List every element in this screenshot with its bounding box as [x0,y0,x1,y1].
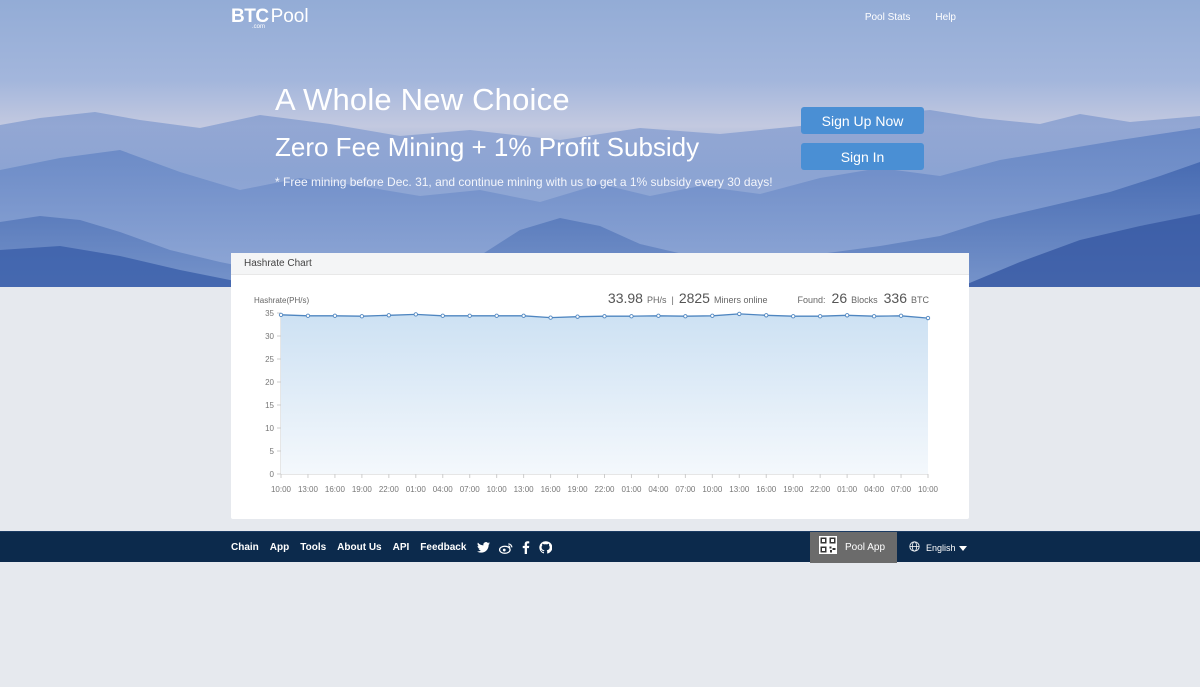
data-point [359,314,365,319]
x-tick-label: 22:00 [379,485,400,494]
data-point [818,314,823,319]
data-point [925,315,931,321]
nav-links: Pool Stats Help [865,12,956,23]
data-point [305,313,311,318]
x-tick-label: 04:00 [433,485,454,494]
pool-app-label: Pool App [845,542,886,553]
nav-pool-stats[interactable]: Pool Stats [865,12,911,23]
y-tick-label: 35 [265,309,274,318]
x-tick-label: 19:00 [352,485,373,494]
sign-in-button[interactable]: Sign In [801,143,924,170]
y-tick-label: 10 [265,424,274,433]
x-tick-label: 10:00 [918,485,939,494]
x-tick-label: 07:00 [460,485,481,494]
footer-link-about-us[interactable]: About Us [337,542,381,553]
data-point [656,313,661,318]
data-point [332,313,338,318]
data-point [494,313,499,318]
qr-code-icon [819,536,837,559]
x-tick-label: 07:00 [891,485,912,494]
data-point [683,314,688,319]
x-tick-label: 04:00 [864,485,885,494]
footer-link-chain[interactable]: Chain [231,542,259,553]
y-tick-label: 25 [265,355,274,364]
data-point [710,313,715,318]
data-point [413,312,418,317]
nav-help[interactable]: Help [935,12,956,23]
hero-title: A Whole New Choice [275,82,570,117]
x-tick-label: 22:00 [594,485,615,494]
data-point [791,314,796,319]
data-point [386,313,391,318]
data-point [548,315,553,320]
chart-card-title: Hashrate Chart [231,253,969,275]
x-tick-label: 04:00 [648,485,669,494]
x-tick-label: 07:00 [675,485,696,494]
y-tick-label: 5 [270,447,275,456]
x-tick-label: 19:00 [783,485,804,494]
top-navigation: BTC .com Pool Pool Stats Help [0,0,1200,36]
data-point [521,313,526,318]
language-label: English [926,542,956,553]
x-tick-label: 13:00 [514,485,535,494]
pool-app-button[interactable]: Pool App [810,532,897,563]
x-tick-label: 16:00 [541,485,562,494]
x-tick-label: 16:00 [756,485,777,494]
footer-links: Chain App Tools About Us API Feedback [231,532,561,563]
y-tick-label: 30 [265,332,274,341]
x-tick-label: 13:00 [298,485,319,494]
x-tick-label: 01:00 [837,485,858,494]
data-point [844,313,850,318]
globe-icon [909,541,920,554]
data-point [440,313,445,318]
data-point [278,312,284,317]
hashrate-chart-card: Hashrate Chart 33.98 PH/s | 2825 Miners … [231,253,969,519]
hashrate-area [281,313,928,474]
hero-banner: BTC .com Pool Pool Stats Help A Whole Ne… [0,0,1200,287]
footer-link-tools[interactable]: Tools [300,542,326,553]
x-tick-label: 10:00 [702,485,723,494]
data-point [629,314,634,319]
footer-link-app[interactable]: App [270,542,289,553]
x-tick-label: 13:00 [729,485,750,494]
logo-pool-text: Pool [270,6,309,27]
data-point [737,311,742,317]
footer-bar: Chain App Tools About Us API Feedback Po… [0,531,1200,563]
hero-subtitle: Zero Fee Mining + 1% Profit Subsidy [275,132,700,162]
x-tick-label: 10:00 [271,485,292,494]
btc-pool-logo[interactable]: BTC .com Pool [231,6,309,30]
data-point [764,313,769,318]
data-point [467,313,472,318]
hero-notice: * Free mining before Dec. 31, and contin… [275,175,773,189]
data-point [898,313,904,318]
data-point [871,314,877,319]
sign-up-button[interactable]: Sign Up Now [801,107,924,134]
x-tick-label: 01:00 [406,485,427,494]
hashrate-chart: Hashrate(PH/s) 0 5 10 15 20 25 30 35 10:00 13:00… [254,296,939,494]
y-tick-label: 15 [265,401,274,410]
github-icon[interactable] [539,541,553,554]
logo-com-text: .com [252,24,266,30]
y-axis-label: Hashrate(PH/s) [254,296,309,305]
data-point [575,314,580,319]
data-point [602,314,607,319]
y-tick-label: 20 [265,378,274,387]
x-tick-label: 16:00 [325,485,346,494]
x-tick-label: 22:00 [810,485,831,494]
x-tick-label: 10:00 [487,485,508,494]
x-tick-label: 19:00 [568,485,589,494]
footer-link-feedback[interactable]: Feedback [420,542,466,553]
weibo-icon[interactable] [499,542,513,554]
twitter-icon[interactable] [477,542,491,553]
footer-link-api[interactable]: API [393,542,410,553]
y-tick-label: 0 [270,470,275,479]
caret-down-icon [958,543,967,553]
x-tick-label: 01:00 [621,485,642,494]
facebook-icon[interactable] [522,541,530,554]
language-selector[interactable]: English [909,532,967,563]
